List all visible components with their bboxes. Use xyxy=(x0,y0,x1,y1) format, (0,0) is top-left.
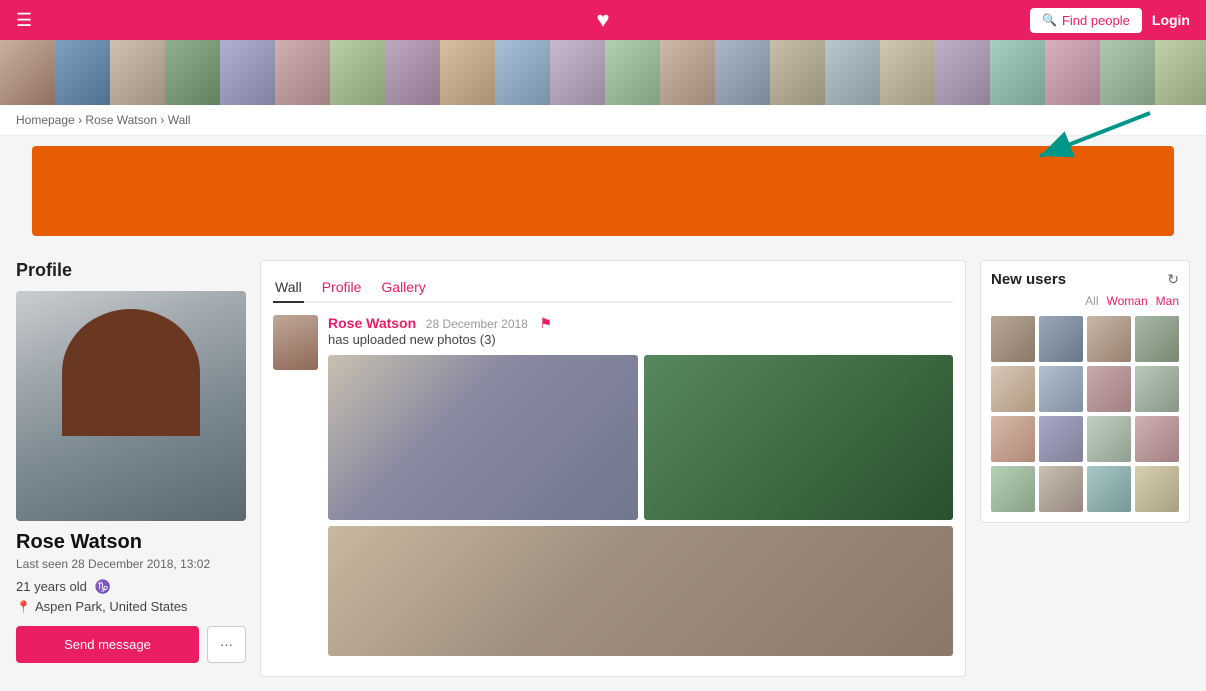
heart-logo-icon: ♥ xyxy=(596,7,609,32)
refresh-icon[interactable]: ↻ xyxy=(1167,271,1179,288)
strip-avatar[interactable] xyxy=(825,40,880,105)
strip-avatar[interactable] xyxy=(935,40,990,105)
login-button[interactable]: Login xyxy=(1152,12,1190,28)
user-thumb[interactable] xyxy=(1039,316,1083,362)
new-users-title: New users xyxy=(991,271,1066,288)
strip-avatar[interactable] xyxy=(165,40,220,105)
post-avatar-image xyxy=(273,315,318,370)
sidebar: Profile Rose Watson Last seen 28 Decembe… xyxy=(16,260,246,663)
user-thumb[interactable] xyxy=(991,466,1035,512)
flag-icon[interactable]: ⚑ xyxy=(539,315,552,331)
post-photo-1[interactable] xyxy=(328,355,638,520)
strip-avatar[interactable] xyxy=(220,40,275,105)
strip-avatar[interactable] xyxy=(605,40,660,105)
find-people-button[interactable]: 🔍 Find people xyxy=(1030,8,1142,33)
find-people-label: Find people xyxy=(1062,13,1130,28)
photos-grid xyxy=(328,355,953,656)
wall-card: Wall Profile Gallery Rose Watson 28 Dece… xyxy=(260,260,966,677)
strip-avatar[interactable] xyxy=(1155,40,1206,105)
post-photo-1-image xyxy=(328,355,638,520)
post-photo-3-image xyxy=(328,526,953,656)
tab-gallery[interactable]: Gallery xyxy=(379,273,427,303)
main-container: Profile Rose Watson Last seen 28 Decembe… xyxy=(0,246,1206,691)
profile-last-seen: Last seen 28 December 2018, 13:02 xyxy=(16,557,246,571)
strip-avatar[interactable] xyxy=(275,40,330,105)
profile-name: Rose Watson xyxy=(16,531,246,554)
more-options-button[interactable]: ··· xyxy=(207,626,246,663)
profile-age: 21 years old xyxy=(16,579,87,594)
breadcrumb-profile[interactable]: Rose Watson xyxy=(85,113,157,127)
strip-avatar[interactable] xyxy=(330,40,385,105)
user-thumb[interactable] xyxy=(1039,366,1083,412)
user-thumb[interactable] xyxy=(1087,316,1131,362)
user-thumb[interactable] xyxy=(1087,366,1131,412)
breadcrumb-current: Wall xyxy=(168,113,191,127)
breadcrumb-homepage[interactable]: Homepage xyxy=(16,113,75,127)
user-thumb[interactable] xyxy=(1135,366,1179,412)
strip-avatar[interactable] xyxy=(1100,40,1155,105)
wall-section: Wall Profile Gallery Rose Watson 28 Dece… xyxy=(260,260,966,677)
strip-avatar[interactable] xyxy=(385,40,440,105)
new-users-section: New users ↻ All Woman Man xyxy=(980,260,1190,523)
post-photo-3[interactable] xyxy=(328,526,953,656)
breadcrumb-sep2: › xyxy=(160,113,164,127)
user-thumb[interactable] xyxy=(1135,466,1179,512)
strip-avatar[interactable] xyxy=(660,40,715,105)
user-thumb[interactable] xyxy=(1039,466,1083,512)
photo-strip xyxy=(0,40,1206,105)
strip-avatar[interactable] xyxy=(880,40,935,105)
strip-avatar[interactable] xyxy=(990,40,1045,105)
breadcrumb-sep1: › xyxy=(78,113,82,127)
post-meta: Rose Watson 28 December 2018 ⚑ has uploa… xyxy=(328,315,953,656)
arrow-decoration xyxy=(1000,108,1160,168)
strip-avatar[interactable] xyxy=(1045,40,1100,105)
location-icon: 📍 xyxy=(16,600,31,614)
wall-tabs: Wall Profile Gallery xyxy=(273,273,953,303)
profile-section-title: Profile xyxy=(16,260,246,281)
user-thumb[interactable] xyxy=(991,416,1035,462)
post-author-name[interactable]: Rose Watson xyxy=(328,315,416,331)
filter-woman[interactable]: Woman xyxy=(1107,294,1148,308)
tab-wall[interactable]: Wall xyxy=(273,273,304,303)
users-grid xyxy=(991,316,1179,512)
strip-avatar[interactable] xyxy=(715,40,770,105)
header: ☰ ♥ 🔍 Find people Login xyxy=(0,0,1206,40)
user-thumb[interactable] xyxy=(991,366,1035,412)
strip-avatar[interactable] xyxy=(110,40,165,105)
hamburger-icon[interactable]: ☰ xyxy=(16,10,32,31)
strip-avatar[interactable] xyxy=(55,40,110,105)
user-thumb[interactable] xyxy=(991,316,1035,362)
user-thumb[interactable] xyxy=(1087,416,1131,462)
strip-avatar[interactable] xyxy=(0,40,55,105)
user-thumb[interactable] xyxy=(1087,466,1131,512)
new-users-header: New users ↻ xyxy=(991,271,1179,288)
strip-avatar[interactable] xyxy=(550,40,605,105)
wall-post-header: Rose Watson 28 December 2018 ⚑ has uploa… xyxy=(273,315,953,656)
filter-links: All Woman Man xyxy=(991,294,1179,308)
post-header-line: Rose Watson 28 December 2018 ⚑ xyxy=(328,315,953,332)
profile-meta: 21 years old ♑ xyxy=(16,579,246,595)
search-icon: 🔍 xyxy=(1042,13,1057,27)
filter-all[interactable]: All xyxy=(1085,294,1098,308)
action-buttons: Send message ··· xyxy=(16,626,246,663)
post-photo-2[interactable] xyxy=(644,355,954,520)
strip-avatar[interactable] xyxy=(495,40,550,105)
post-photo-2-image xyxy=(644,355,954,520)
post-description: has uploaded new photos (3) xyxy=(328,332,953,347)
strip-avatar[interactable] xyxy=(440,40,495,105)
user-thumb[interactable] xyxy=(1039,416,1083,462)
post-avatar[interactable] xyxy=(273,315,318,370)
tab-profile[interactable]: Profile xyxy=(320,273,364,303)
profile-photo-image xyxy=(16,291,246,521)
send-message-button[interactable]: Send message xyxy=(16,626,199,663)
profile-location-text: Aspen Park, United States xyxy=(35,599,187,614)
strip-avatar[interactable] xyxy=(770,40,825,105)
post-date: 28 December 2018 xyxy=(426,317,528,331)
user-thumb[interactable] xyxy=(1135,416,1179,462)
user-thumb[interactable] xyxy=(1135,316,1179,362)
profile-location: 📍 Aspen Park, United States xyxy=(16,599,246,614)
filter-man[interactable]: Man xyxy=(1156,294,1179,308)
profile-photo xyxy=(16,291,246,521)
zodiac-sign: ♑ xyxy=(94,579,110,594)
